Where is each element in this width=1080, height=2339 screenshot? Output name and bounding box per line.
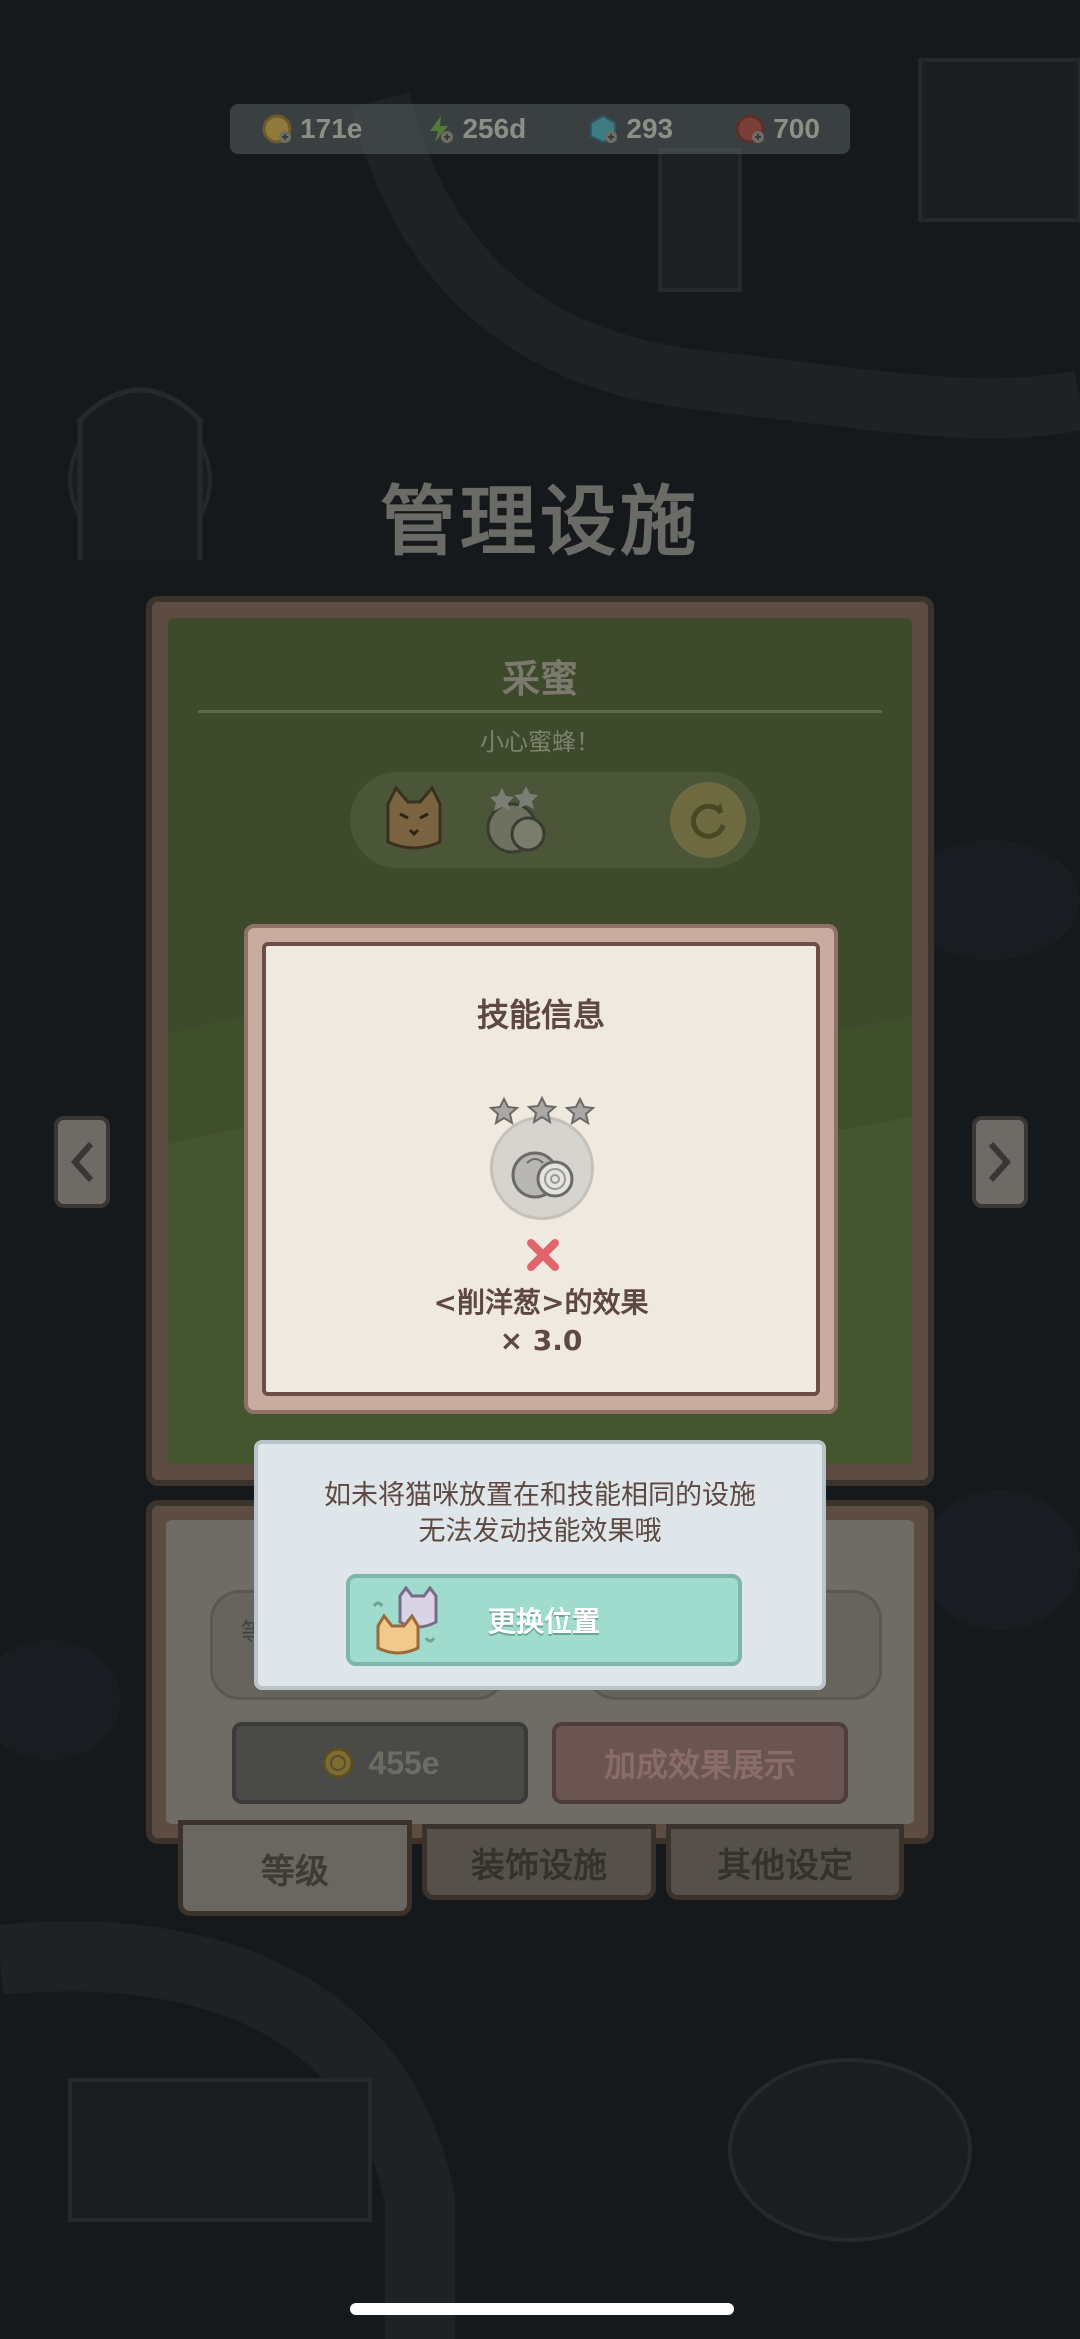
resource-bar: 171e 256d 293 700 — [230, 104, 850, 154]
home-indicator[interactable] — [350, 2303, 734, 2315]
skill-dialog-title: 技能信息 — [476, 996, 605, 1034]
resource-ticket[interactable]: 700 — [733, 112, 820, 146]
blue-cube-icon — [586, 112, 620, 146]
tab-other-settings[interactable]: 其他设定 — [666, 1824, 904, 1900]
cat-skill-slot — [350, 772, 760, 868]
skill-multiplier: × 3.0 — [499, 1324, 583, 1357]
skill-effect-text: <削洋葱>的效果 × 3.0 — [266, 1284, 816, 1360]
bonus-effect-button[interactable]: 加成效果展示 — [552, 1722, 848, 1804]
onion-skill-icon[interactable] — [478, 780, 554, 860]
facility-subtitle: 小心蜜蜂！ — [480, 728, 600, 756]
upgrade-cost: 455e — [368, 1744, 440, 1781]
lightning-icon — [422, 112, 456, 146]
prev-facility-button[interactable] — [54, 1116, 110, 1208]
skill-info-dialog: 技能信息 <削洋葱>的效果 × 3.0 — [244, 924, 838, 1414]
tab-level[interactable]: 等级 — [178, 1820, 412, 1916]
gold-coin-icon — [260, 112, 294, 146]
cats-icon — [370, 1585, 444, 1658]
page-title: 管理设施 — [380, 477, 700, 566]
upgrade-button[interactable]: 455e — [232, 1722, 528, 1804]
resource-energy[interactable]: 256d — [422, 112, 526, 146]
hint-line-2: 无法发动技能效果哦 — [418, 1516, 662, 1547]
refresh-icon[interactable] — [670, 782, 746, 858]
divider — [198, 710, 882, 713]
change-position-label: 更换位置 — [487, 1605, 600, 1638]
hint-text: 如未将猫咪放置在和技能相同的设施 无法发动技能效果哦 — [258, 1478, 822, 1550]
next-facility-button[interactable] — [972, 1116, 1028, 1208]
skill-info-body: 技能信息 <削洋葱>的效果 × 3.0 — [262, 942, 820, 1396]
change-position-button[interactable]: 更换位置 — [346, 1574, 742, 1666]
gold-coin-icon — [322, 1747, 354, 1779]
skill-effect-name: <削洋葱>的效果 — [433, 1286, 649, 1319]
placement-hint-dialog: 如未将猫咪放置在和技能相同的设施 无法发动技能效果哦 更换位置 — [254, 1440, 826, 1690]
chevron-left-icon — [70, 1142, 94, 1182]
skill-stars-icon — [486, 1095, 598, 1130]
chevron-right-icon — [988, 1142, 1012, 1182]
red-ticket-icon — [733, 112, 767, 146]
facility-name: 采蜜 — [501, 657, 578, 701]
energy-amount: 256d — [462, 113, 527, 144]
cube-amount: 293 — [626, 113, 674, 144]
onion-skill-icon — [490, 1116, 594, 1220]
ticket-amount: 700 — [773, 113, 820, 144]
cat-avatar-icon[interactable] — [378, 784, 450, 856]
tab-decoration[interactable]: 装饰设施 — [422, 1824, 656, 1900]
hint-line-1: 如未将猫咪放置在和技能相同的设施 — [324, 1480, 756, 1511]
resource-cube[interactable]: 293 — [586, 112, 673, 146]
gold-amount: 171e — [300, 113, 363, 144]
resource-gold[interactable]: 171e — [260, 112, 362, 146]
inactive-x-icon — [524, 1236, 562, 1274]
